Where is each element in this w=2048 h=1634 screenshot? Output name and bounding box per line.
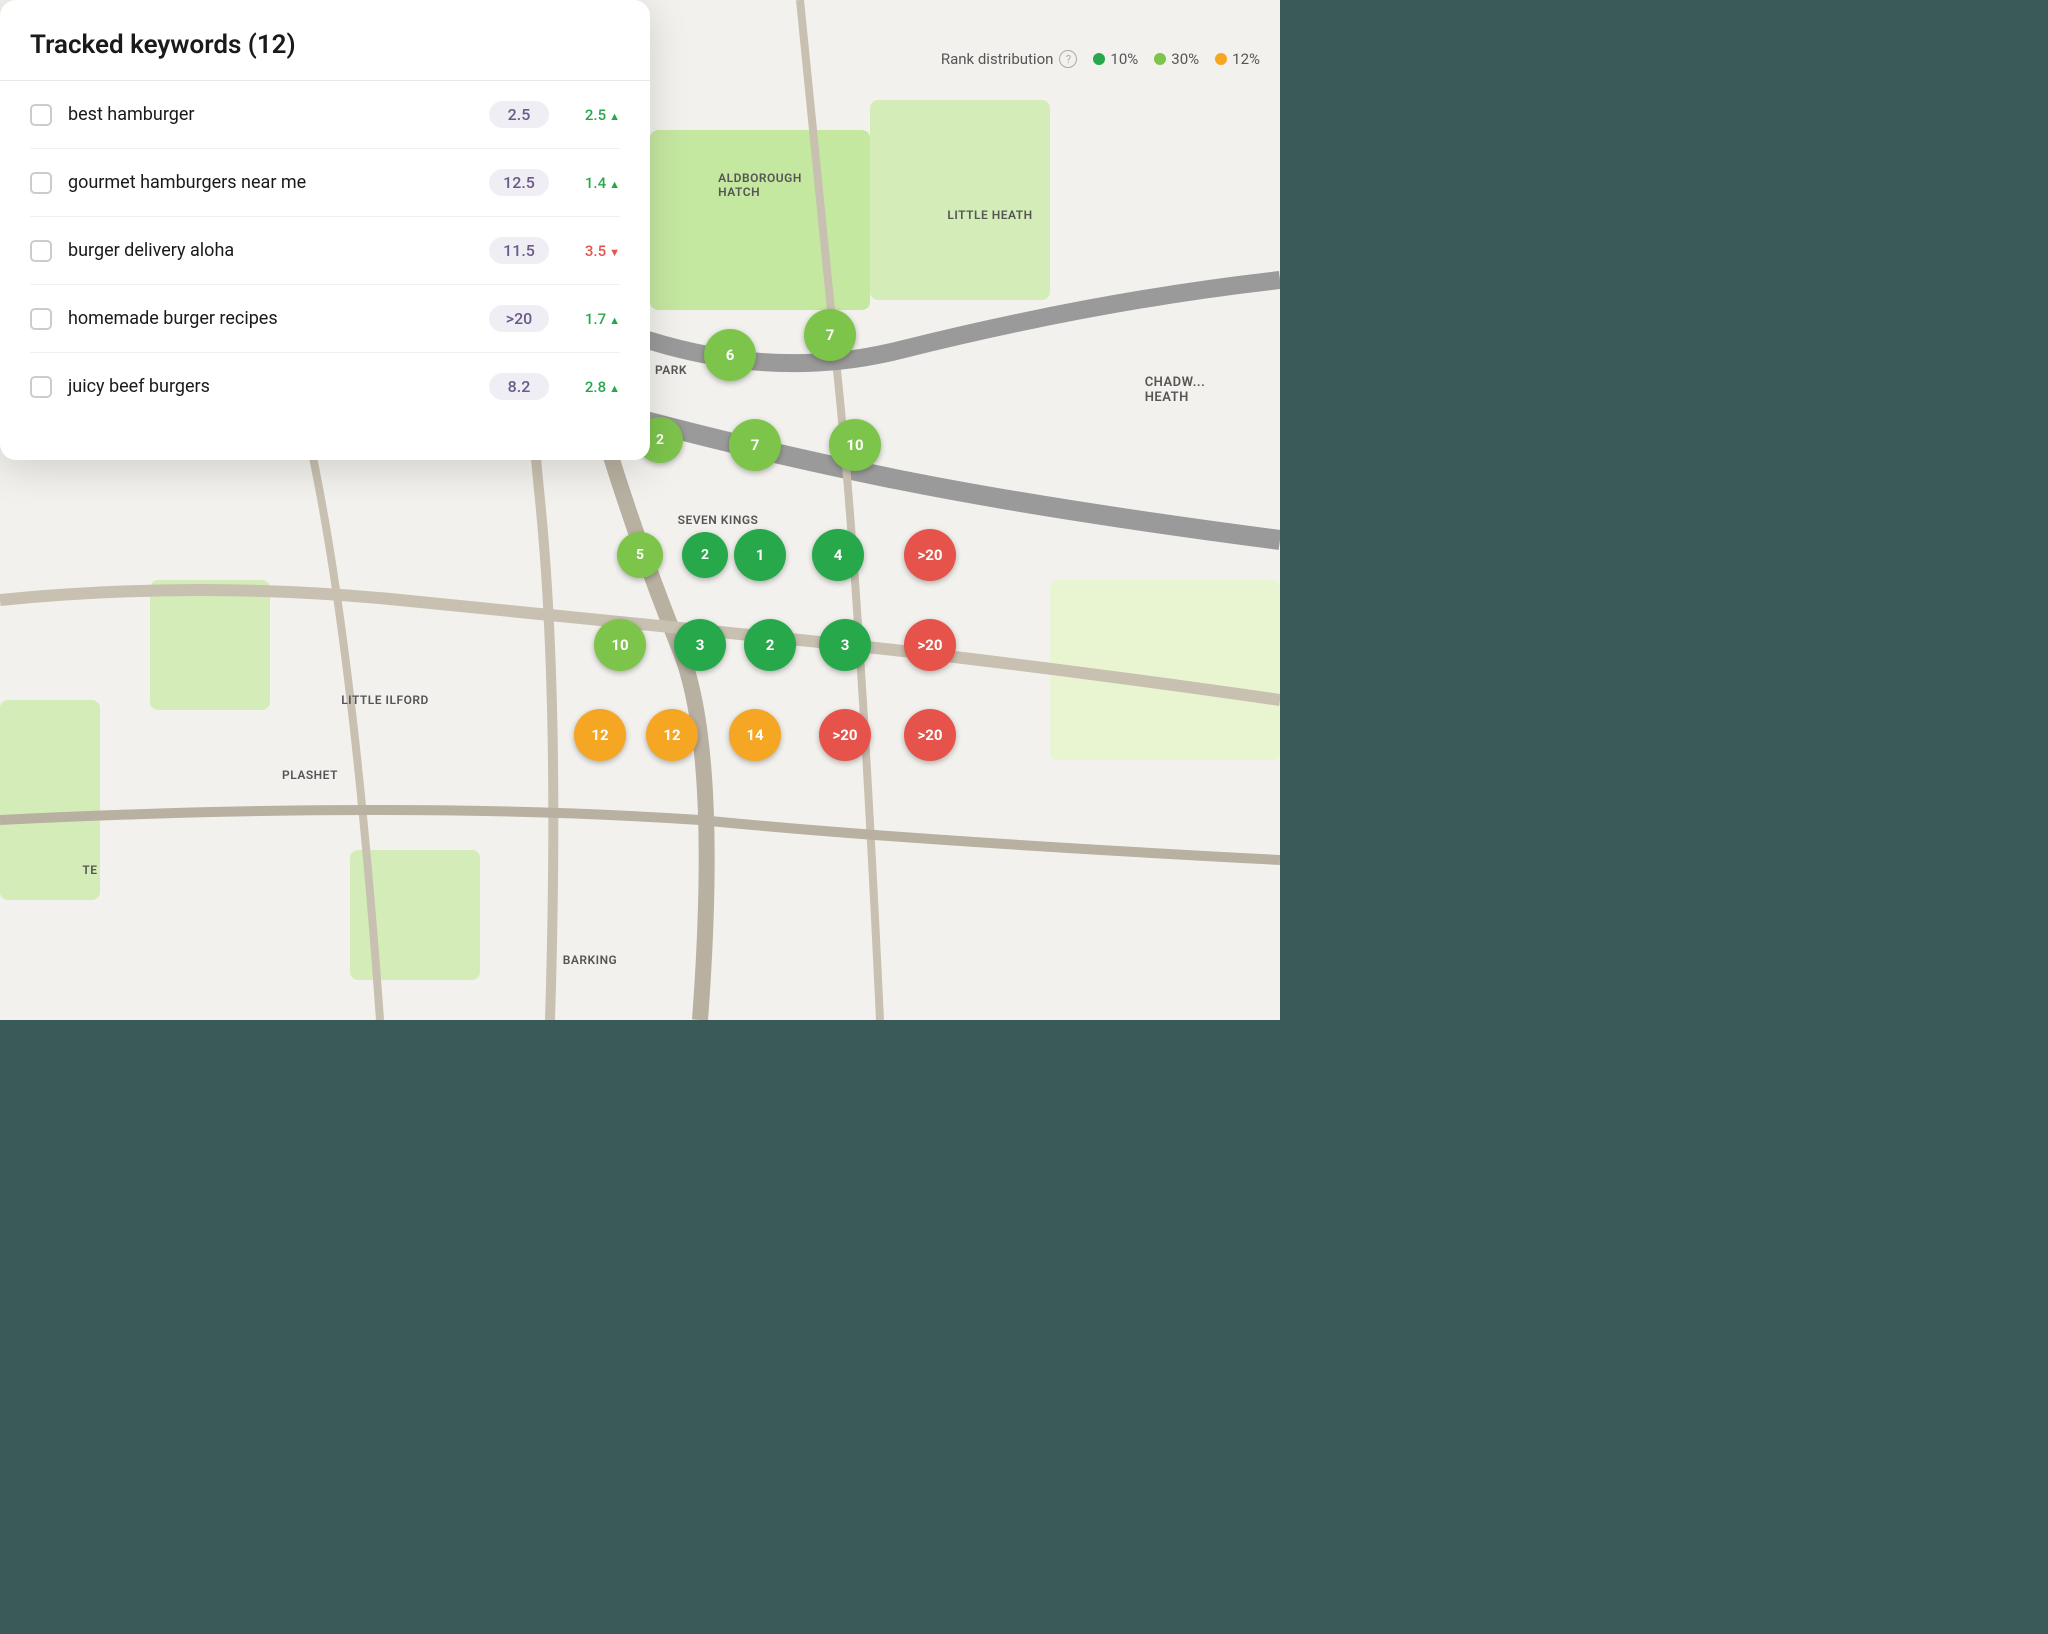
rank-distribution-help[interactable]: ? [1059,50,1077,68]
map-pin[interactable]: 1 [734,529,786,581]
map-pin[interactable]: 7 [804,309,856,361]
keyword-checkbox-3[interactable] [30,240,52,262]
keywords-panel: Tracked keywords (12) best hamburger 2.5 2… [0,0,650,460]
keyword-row: best hamburger 2.5 2.5 [30,81,620,149]
map-pin[interactable]: 4 [812,529,864,581]
keyword-checkbox-1[interactable] [30,104,52,126]
keyword-rank: 11.5 [489,237,549,264]
legend-item-1: 10% [1093,50,1138,68]
map-pin[interactable]: >20 [904,529,956,581]
rank-distribution-label: Rank distribution ? [941,50,1078,68]
map-pin[interactable]: >20 [819,709,871,761]
panel-title: Tracked keywords (12) [30,30,620,60]
map-pin[interactable]: 14 [729,709,781,761]
map-pin[interactable]: 7 [729,419,781,471]
keyword-row: homemade burger recipes >20 1.7 [30,285,620,353]
keyword-checkbox-5[interactable] [30,376,52,398]
keyword-row: burger delivery aloha 11.5 3.5 [30,217,620,285]
keyword-name: juicy beef burgers [68,376,473,397]
arrow-up-icon [609,174,620,192]
map-pin[interactable]: 12 [574,709,626,761]
legend-item-2: 30% [1154,50,1199,68]
keyword-rank: 12.5 [489,169,549,196]
keyword-name: gourmet hamburgers near me [68,172,473,193]
keywords-list: best hamburger 2.5 2.5 gourmet hamburgers n… [30,81,620,420]
keyword-rank: >20 [489,305,549,332]
keyword-change: 1.4 [565,174,620,192]
keyword-checkbox-2[interactable] [30,172,52,194]
keyword-rank: 8.2 [489,373,549,400]
map-pin[interactable]: 5 [617,532,663,578]
map-pin[interactable]: 10 [829,419,881,471]
legend-dot-3 [1215,53,1227,65]
legend-pct-3: 12% [1232,50,1260,68]
keyword-row: gourmet hamburgers near me 12.5 1.4 [30,149,620,217]
keyword-change: 3.5 [565,242,620,260]
arrow-up-icon [609,310,620,328]
legend-pct-2: 30% [1171,50,1199,68]
keyword-change: 2.8 [565,378,620,396]
keyword-name: best hamburger [68,104,473,125]
legend-item-3: 12% [1215,50,1260,68]
keyword-rank: 2.5 [489,101,549,128]
rank-dist-text: Rank distribution [941,50,1054,68]
arrow-up-icon [609,106,620,124]
map-pin[interactable]: 12 [646,709,698,761]
arrow-up-icon [609,378,620,396]
map-pin[interactable]: 3 [819,619,871,671]
map-pin[interactable]: 10 [594,619,646,671]
map-pin[interactable]: 6 [704,329,756,381]
map-pin[interactable]: 2 [682,532,728,578]
legend-dot-2 [1154,53,1166,65]
map-pin[interactable]: 2 [744,619,796,671]
keyword-checkbox-4[interactable] [30,308,52,330]
rank-distribution-panel: Rank distribution ? 10% 30% 12% [941,50,1260,68]
map-pin[interactable]: 3 [674,619,726,671]
keyword-change: 2.5 [565,106,620,124]
keyword-name: burger delivery aloha [68,240,473,261]
arrow-down-icon [609,242,620,260]
map-pin[interactable]: >20 [904,709,956,761]
keyword-name: homemade burger recipes [68,308,473,329]
map-pin[interactable]: >20 [904,619,956,671]
legend-pct-1: 10% [1110,50,1138,68]
keyword-row: juicy beef burgers 8.2 2.8 [30,353,620,420]
keyword-change: 1.7 [565,310,620,328]
legend-dot-1 [1093,53,1105,65]
